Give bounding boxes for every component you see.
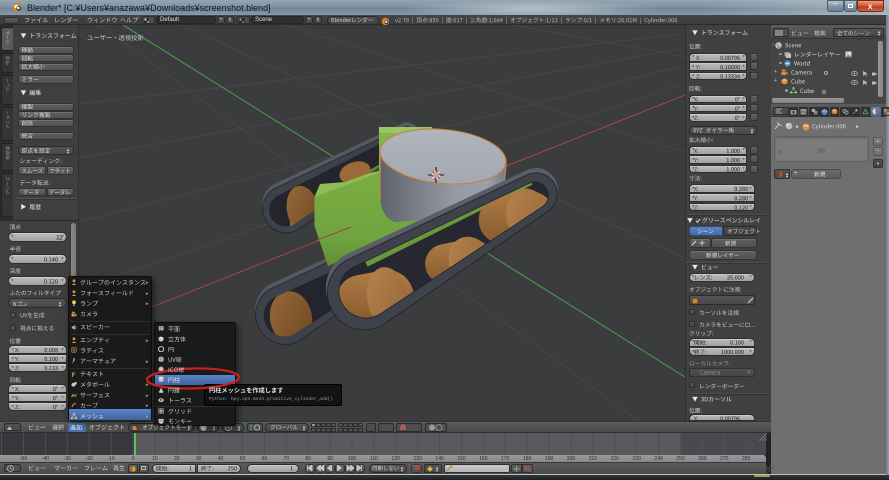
svg-text:F: F xyxy=(72,371,76,377)
